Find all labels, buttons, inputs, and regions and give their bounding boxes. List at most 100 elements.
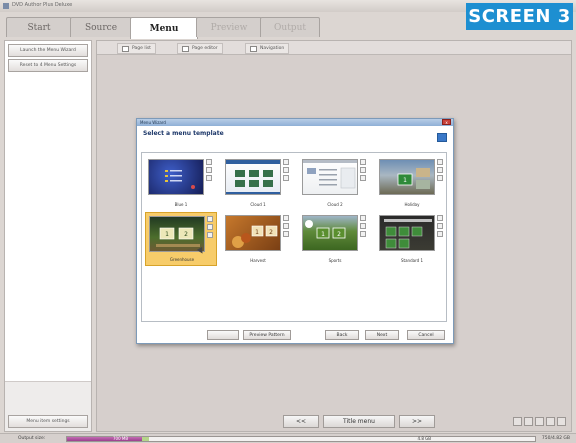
disc-size-select[interactable]: 750/4.82 GB	[542, 436, 570, 441]
template-thumbnail: 1	[379, 159, 435, 195]
back-button[interactable]: Back	[325, 330, 359, 340]
page-editor-icon	[182, 45, 189, 52]
option-icon[interactable]	[283, 175, 289, 181]
subtab-page-editor[interactable]: Page editor	[177, 43, 223, 54]
dialog-title-bar: Menu Wizard x	[137, 119, 453, 126]
template-options	[360, 159, 367, 195]
status-bar: Output size: 700 MB 4.8 GB 750/4.82 GB	[0, 433, 576, 443]
template-greenhouse[interactable]: 1 2 Greenhouse	[145, 212, 217, 266]
template-standard-1[interactable]: Standard 1	[376, 212, 448, 266]
option-icon[interactable]	[437, 231, 443, 237]
progress-fill-secondary	[141, 437, 149, 441]
option-icon[interactable]	[437, 175, 443, 181]
progress-fill	[67, 437, 142, 441]
template-holiday[interactable]: 1 Holiday	[376, 156, 448, 210]
template-label: Cloud 2	[327, 202, 343, 207]
preview-pattern-button[interactable]: Preview Pattern	[243, 330, 291, 340]
menu-wizard-dialog: Menu Wizard x Select a menu template Blu…	[136, 118, 454, 344]
template-harvest[interactable]: 12 Harvest	[222, 212, 294, 266]
template-options	[207, 216, 214, 252]
tab-menu[interactable]: Menu	[130, 17, 198, 39]
template-label: Greenhouse	[169, 257, 195, 262]
left-panel: Launch the Menu Wizard Reset to 4 Menu S…	[4, 40, 92, 432]
option-icon[interactable]	[207, 216, 213, 222]
option-icon[interactable]	[360, 223, 366, 229]
option-icon[interactable]	[283, 159, 289, 165]
template-label: Standard 1	[400, 258, 423, 263]
svg-text:2: 2	[269, 229, 273, 236]
option-icon[interactable]	[360, 175, 366, 181]
subtab-page-list[interactable]: Page list	[117, 43, 156, 54]
subtab-label: Navigation	[260, 46, 285, 51]
template-label: Cloud 1	[250, 202, 266, 207]
navigation-icon	[250, 45, 257, 52]
template-options	[437, 159, 444, 195]
option-icon[interactable]	[360, 231, 366, 237]
option-icon[interactable]	[283, 167, 289, 173]
svg-text:1: 1	[403, 177, 407, 184]
subtab-label: Page editor	[192, 46, 218, 51]
template-options	[283, 159, 290, 195]
close-icon[interactable]: x	[442, 119, 451, 125]
template-thumbnail	[379, 215, 435, 251]
option-icon[interactable]	[360, 159, 366, 165]
blank-button	[207, 330, 239, 340]
option-icon[interactable]	[283, 231, 289, 237]
option-icon[interactable]	[206, 167, 212, 173]
template-thumbnail	[148, 159, 204, 195]
option-icon[interactable]	[437, 215, 443, 221]
template-sports[interactable]: 12 Sports	[299, 212, 371, 266]
option-icon[interactable]	[360, 167, 366, 173]
menu-navigation: << Title menu >>	[283, 415, 437, 428]
option-icon[interactable]	[283, 223, 289, 229]
template-options	[437, 215, 444, 251]
launch-wizard-button[interactable]: Launch the Menu Wizard	[8, 44, 88, 57]
template-cloud-2[interactable]: Cloud 2	[299, 156, 371, 210]
sub-tabs: Page list Page editor Navigation	[97, 41, 571, 55]
option-icon[interactable]	[206, 175, 212, 181]
subtab-navigation[interactable]: Navigation	[245, 43, 290, 54]
cancel-button[interactable]: Cancel	[407, 330, 445, 340]
svg-text:1: 1	[165, 231, 169, 238]
zoom-in-icon[interactable]	[524, 417, 533, 426]
template-options	[283, 215, 290, 251]
option-icon[interactable]	[207, 232, 213, 238]
subtab-label: Page list	[132, 46, 151, 51]
page-selector[interactable]: Title menu	[323, 415, 395, 428]
grid-icon[interactable]	[546, 417, 555, 426]
progress-capacity: 4.8 GB	[417, 436, 431, 441]
svg-text:2: 2	[184, 231, 188, 238]
next-page-button[interactable]: >>	[399, 415, 435, 428]
reset-settings-button[interactable]: Reset to 4 Menu Settings	[8, 59, 88, 72]
option-icon[interactable]	[207, 224, 213, 230]
prev-page-button[interactable]: <<	[283, 415, 319, 428]
zoom-out-icon[interactable]	[513, 417, 522, 426]
option-icon[interactable]	[437, 167, 443, 173]
next-button[interactable]: Next	[365, 330, 399, 340]
menu-item-settings-button[interactable]: Menu item settings	[8, 415, 88, 428]
option-icon[interactable]	[437, 223, 443, 229]
template-blue-1[interactable]: Blue 1	[145, 156, 217, 210]
main-tabs: Start Source Menu Preview Output	[6, 17, 446, 39]
output-size-label: Output size:	[18, 436, 46, 441]
app-icon	[3, 3, 9, 9]
safe-area-icon[interactable]	[557, 417, 566, 426]
option-icon[interactable]	[283, 215, 289, 221]
template-label: Harvest	[250, 258, 266, 263]
window-title: DVD Author Plus Deluxe	[12, 2, 73, 8]
tab-source[interactable]: Source	[70, 17, 132, 37]
option-icon[interactable]	[206, 159, 212, 165]
template-grid: Blue 1 Cloud 1 Cloud 2 1 Holiday 1 2 Gre…	[141, 152, 447, 322]
template-thumbnail	[302, 159, 358, 195]
option-icon[interactable]	[437, 159, 443, 165]
tab-start[interactable]: Start	[6, 17, 72, 37]
fit-icon[interactable]	[535, 417, 544, 426]
output-size-bar: 700 MB 4.8 GB	[66, 436, 536, 442]
template-thumbnail: 12	[225, 215, 281, 251]
view-toggle-icon[interactable]	[437, 133, 447, 142]
svg-text:1: 1	[255, 229, 259, 236]
template-cloud-1[interactable]: Cloud 1	[222, 156, 294, 210]
dialog-title: Menu Wizard	[140, 120, 166, 125]
option-icon[interactable]	[360, 215, 366, 221]
template-label: Holiday	[404, 202, 420, 207]
